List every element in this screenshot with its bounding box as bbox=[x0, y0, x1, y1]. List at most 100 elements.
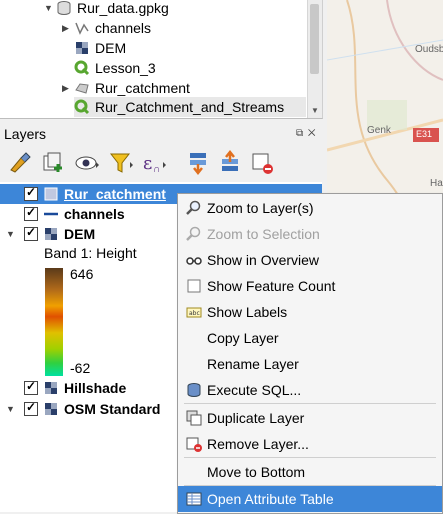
raster-icon bbox=[43, 401, 59, 417]
browser-item-label: Rur_data.gpkg bbox=[77, 0, 169, 16]
labels-icon: abc bbox=[186, 304, 202, 320]
expand-arrow-icon[interactable]: ▶ bbox=[62, 23, 74, 34]
menu-item-label: Duplicate Layer bbox=[207, 410, 305, 426]
layer-name: channels bbox=[64, 206, 125, 222]
menu-separator bbox=[184, 457, 436, 458]
layer-name: Rur_catchment bbox=[64, 186, 166, 202]
raster-icon bbox=[74, 40, 90, 56]
browser-item-channels[interactable]: ▶ channels bbox=[62, 18, 151, 38]
browser-item-rur-catchment-streams[interactable]: Rur_Catchment_and_Streams bbox=[74, 97, 306, 117]
menu-remove-layer[interactable]: Remove Layer... bbox=[178, 431, 442, 457]
layer-row-hillshade[interactable]: Hillshade bbox=[0, 378, 126, 398]
menu-zoom-to-layer[interactable]: Zoom to Layer(s) bbox=[178, 195, 442, 221]
overview-icon bbox=[186, 252, 202, 268]
scrollbar-thumb[interactable] bbox=[310, 4, 319, 74]
layer-visibility-checkbox[interactable] bbox=[24, 400, 38, 416]
browser-item-label: Lesson_3 bbox=[95, 60, 156, 76]
zoom-selection-icon bbox=[186, 226, 202, 242]
blank-icon bbox=[186, 330, 202, 346]
layer-name: DEM bbox=[64, 226, 96, 242]
browser-item-dem[interactable]: DEM bbox=[74, 38, 126, 58]
layer-name: Hillshade bbox=[64, 380, 127, 396]
menu-item-label: Show Feature Count bbox=[207, 278, 336, 294]
layers-panel-title: Layers bbox=[4, 126, 47, 142]
menu-zoom-to-selection[interactable]: Zoom to Selection bbox=[178, 221, 442, 247]
map-label-3: E31 bbox=[416, 129, 433, 139]
visibility-eye-icon[interactable] bbox=[74, 150, 100, 176]
database-icon bbox=[56, 0, 72, 16]
line-layer-icon bbox=[43, 206, 59, 222]
collapse-all-icon[interactable] bbox=[218, 149, 244, 176]
browser-item-gpkg[interactable]: ▼ Rur_data.gpkg bbox=[44, 0, 169, 18]
browser-item-label: DEM bbox=[95, 40, 127, 56]
map-label-2: Genk bbox=[367, 125, 391, 136]
svg-text:ε: ε bbox=[143, 153, 152, 174]
dem-min-value: -62 bbox=[70, 360, 91, 376]
dem-color-ramp bbox=[45, 268, 63, 376]
database-icon bbox=[186, 382, 202, 398]
menu-show-labels[interactable]: abc Show Labels bbox=[178, 299, 442, 325]
style-manager-icon[interactable] bbox=[7, 150, 33, 176]
raster-icon bbox=[43, 226, 59, 242]
menu-item-label: Open Attribute Table bbox=[207, 491, 334, 507]
browser-scrollbar[interactable]: ▼ bbox=[307, 0, 322, 118]
menu-item-label: Rename Layer bbox=[207, 356, 299, 372]
browser-panel[interactable]: ▼ Rur_data.gpkg ▶ channels DEM Lesson_3 … bbox=[0, 0, 323, 119]
expand-all-icon[interactable] bbox=[186, 150, 212, 176]
layer-row-channels[interactable]: channels bbox=[0, 204, 125, 224]
layer-visibility-checkbox[interactable] bbox=[24, 379, 38, 395]
layer-row-osm[interactable]: ▼ OSM Standard bbox=[0, 399, 160, 419]
table-icon bbox=[186, 491, 202, 507]
menu-item-label: Show Labels bbox=[207, 304, 288, 320]
dem-band-label: Band 1: Height bbox=[44, 245, 137, 261]
blank-icon bbox=[186, 356, 202, 372]
svg-text:∩: ∩ bbox=[153, 164, 160, 175]
browser-item-lesson3[interactable]: Lesson_3 bbox=[74, 58, 156, 78]
remove-layer-icon bbox=[186, 436, 202, 452]
duplicate-icon bbox=[186, 410, 202, 426]
browser-item-label: channels bbox=[95, 20, 152, 36]
map-label-1: Oudsberge bbox=[415, 44, 443, 55]
menu-item-label: Zoom to Selection bbox=[207, 226, 320, 242]
add-group-icon[interactable] bbox=[40, 150, 66, 176]
menu-execute-sql[interactable]: Execute SQL... bbox=[178, 377, 442, 403]
layer-visibility-checkbox[interactable] bbox=[24, 225, 38, 241]
filter-expression-icon[interactable]: ε ∩ bbox=[141, 150, 167, 176]
menu-rename-layer[interactable]: Rename Layer bbox=[178, 351, 442, 377]
blank-icon bbox=[186, 464, 202, 480]
menu-separator bbox=[184, 403, 436, 404]
menu-show-feature-count[interactable]: Show Feature Count bbox=[178, 273, 442, 299]
scroll-down-arrow-icon[interactable]: ▼ bbox=[308, 104, 322, 118]
browser-item-label: Rur_Catchment_and_Streams bbox=[95, 99, 285, 115]
polygon-layer-icon bbox=[74, 80, 90, 96]
checkbox-icon[interactable] bbox=[186, 278, 202, 294]
layer-row-dem[interactable]: ▼ DEM bbox=[0, 224, 95, 244]
menu-item-label: Copy Layer bbox=[207, 330, 279, 346]
browser-item-label: Rur_catchment bbox=[95, 80, 190, 96]
layer-context-menu[interactable]: Zoom to Layer(s) Zoom to Selection Show … bbox=[177, 193, 443, 514]
panel-float-close-icons[interactable]: ⧉ ✕ bbox=[296, 128, 317, 139]
collapse-arrow-icon[interactable]: ▼ bbox=[6, 229, 18, 239]
menu-show-in-overview[interactable]: Show in Overview bbox=[178, 247, 442, 273]
menu-duplicate-layer[interactable]: Duplicate Layer bbox=[178, 405, 442, 431]
menu-item-label: Execute SQL... bbox=[207, 382, 302, 398]
menu-item-label: Remove Layer... bbox=[207, 436, 309, 452]
layer-name: OSM Standard bbox=[64, 401, 161, 417]
qgis-project-icon bbox=[74, 99, 90, 115]
menu-item-label: Zoom to Layer(s) bbox=[207, 200, 314, 216]
menu-move-to-bottom[interactable]: Move to Bottom bbox=[178, 459, 442, 485]
line-layer-icon bbox=[74, 20, 90, 36]
menu-open-attribute-table[interactable]: Open Attribute Table bbox=[178, 486, 442, 512]
zoom-layer-icon bbox=[186, 200, 202, 216]
collapse-arrow-icon[interactable]: ▼ bbox=[6, 404, 18, 414]
expand-arrow-icon[interactable]: ▶ bbox=[62, 83, 74, 94]
qgis-project-icon bbox=[74, 60, 90, 76]
collapse-arrow-icon[interactable]: ▼ bbox=[44, 3, 56, 13]
layer-visibility-checkbox[interactable] bbox=[24, 205, 38, 221]
menu-item-label: Show in Overview bbox=[207, 252, 320, 268]
filter-legend-icon[interactable] bbox=[108, 150, 134, 176]
menu-copy-layer[interactable]: Copy Layer bbox=[178, 325, 442, 351]
layer-visibility-checkbox[interactable] bbox=[24, 185, 38, 201]
remove-layer-icon[interactable] bbox=[250, 150, 276, 176]
browser-item-rur-catchment[interactable]: ▶ Rur_catchment bbox=[62, 78, 190, 98]
